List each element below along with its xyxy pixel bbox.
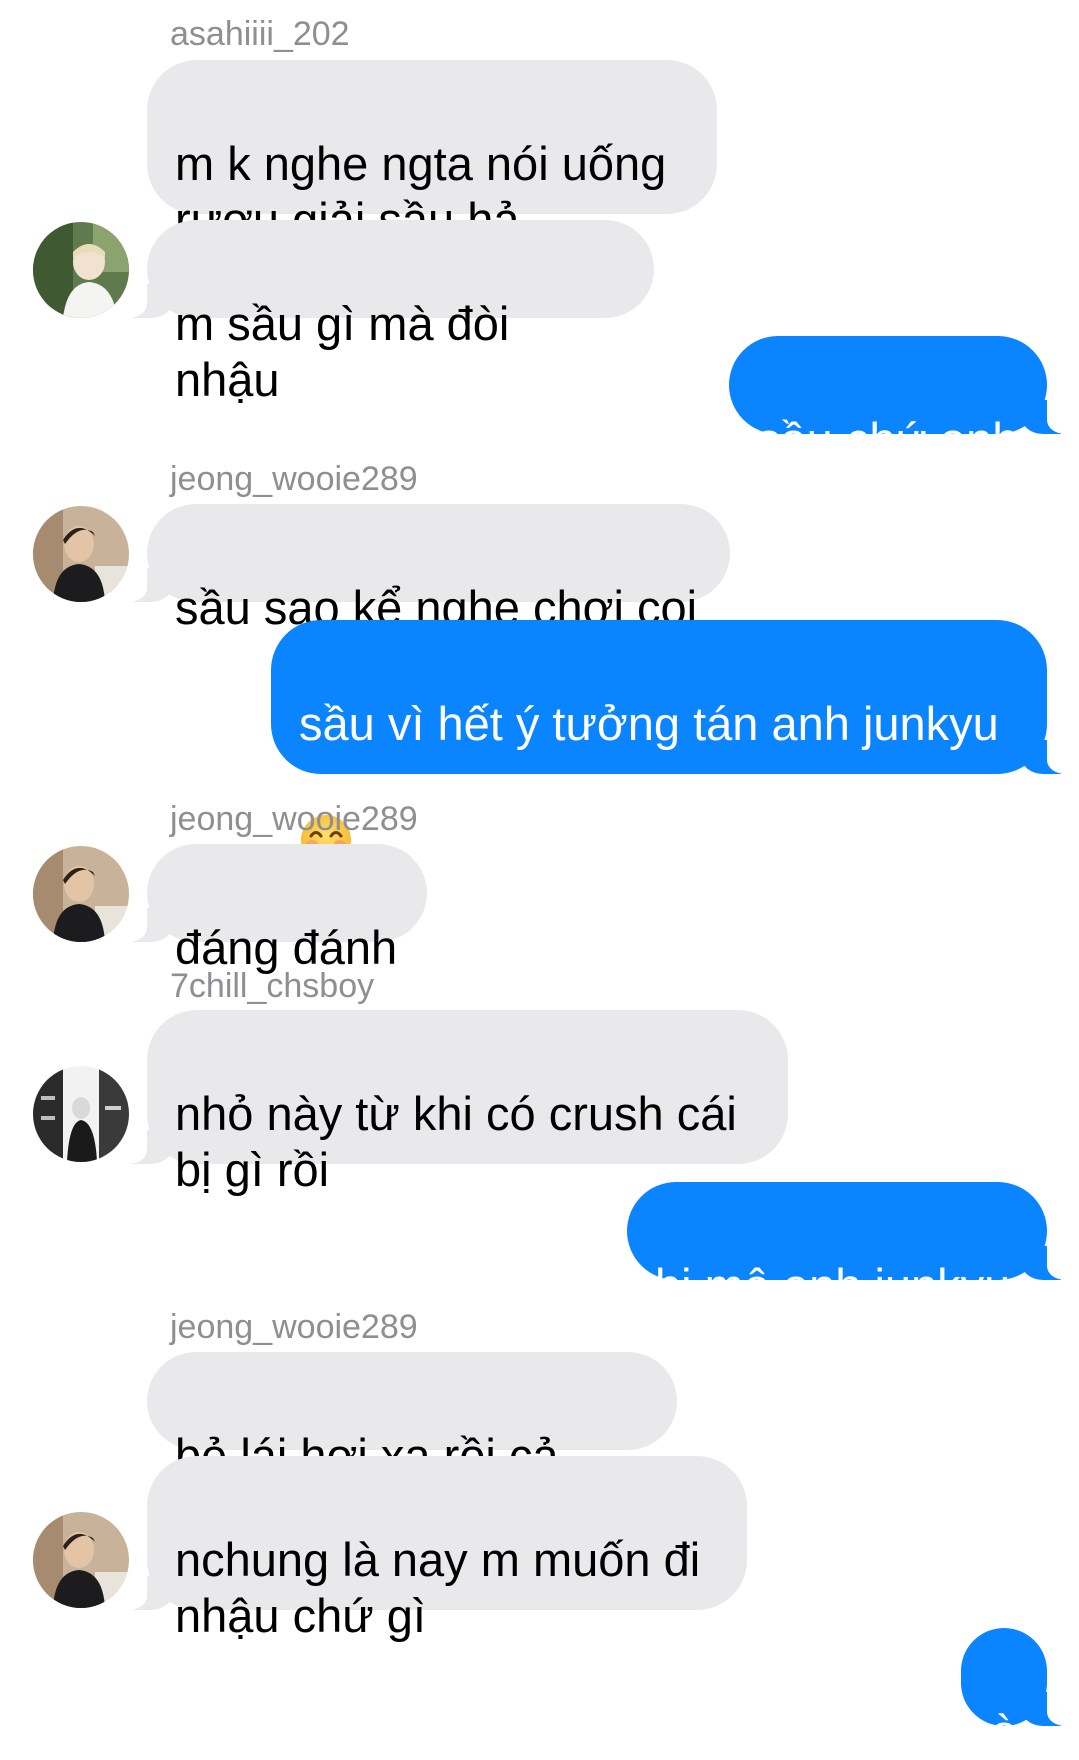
avatar[interactable] xyxy=(33,1512,129,1608)
avatar[interactable] xyxy=(33,222,129,318)
message-bubble-incoming[interactable]: nchung là nay m muốn đi nhậu chứ gì xyxy=(115,1456,747,1642)
avatar-photo-icon xyxy=(33,222,129,318)
message-bubble-outgoing[interactable]: ò xyxy=(961,1628,1079,1758)
message-bubble-incoming[interactable]: sầu sao kể nghe chơi coi xyxy=(115,504,730,634)
message-text: nchung là nay m muốn đi nhậu chứ gì xyxy=(175,1533,701,1642)
message-text: sầu chứ anh xyxy=(757,413,1019,466)
message-bubble-incoming[interactable]: nhỏ này từ khi có crush cái bị gì rồi xyxy=(115,1010,788,1196)
avatar[interactable] xyxy=(33,506,129,602)
avatar-photo-icon xyxy=(33,1066,129,1162)
avatar-photo-icon xyxy=(33,506,129,602)
message-bubble-outgoing[interactable]: sầu chứ anh xyxy=(729,336,1079,466)
message-text: bị mê anh junkyu xyxy=(655,1259,1011,1312)
avatar[interactable] xyxy=(33,846,129,942)
message-text: nhỏ này từ khi có crush cái bị gì rồi xyxy=(175,1087,737,1196)
sender-name-jeong-wooie: jeong_wooie289 xyxy=(170,1308,418,1346)
sender-name-jeong-wooie: jeong_wooie289 xyxy=(170,460,418,498)
message-bubble-incoming[interactable]: m sầu gì mà đòi nhậu xyxy=(115,220,654,406)
message-bubble-outgoing[interactable]: bị mê anh junkyu xyxy=(627,1182,1079,1312)
message-text: sầu vì hết ý tưởng tán anh junkyu xyxy=(299,697,999,750)
message-text: m sầu gì mà đòi nhậu xyxy=(175,297,510,406)
avatar[interactable] xyxy=(33,1066,129,1162)
message-text: ò xyxy=(990,1705,1018,1758)
message-bubble-incoming[interactable]: bẻ lái hơi xa rồi cả nhà xyxy=(147,1352,677,1538)
avatar-photo-icon xyxy=(33,1512,129,1608)
message-bubble-incoming[interactable]: m k nghe ngta nói uống rượu giải sầu hả xyxy=(147,60,717,246)
sender-name-asahiiii: asahiiii_202 xyxy=(170,15,350,53)
sender-name-7chill: 7chill_chsboy xyxy=(170,967,375,1005)
message-bubble-incoming[interactable]: đáng đánh xyxy=(115,844,427,974)
message-bubble-outgoing[interactable]: sầu vì hết ý tưởng tán anh junkyu xyxy=(271,620,1079,865)
avatar-photo-icon xyxy=(33,846,129,942)
sender-name-jeong-wooie: jeong_wooie289 xyxy=(170,800,418,838)
